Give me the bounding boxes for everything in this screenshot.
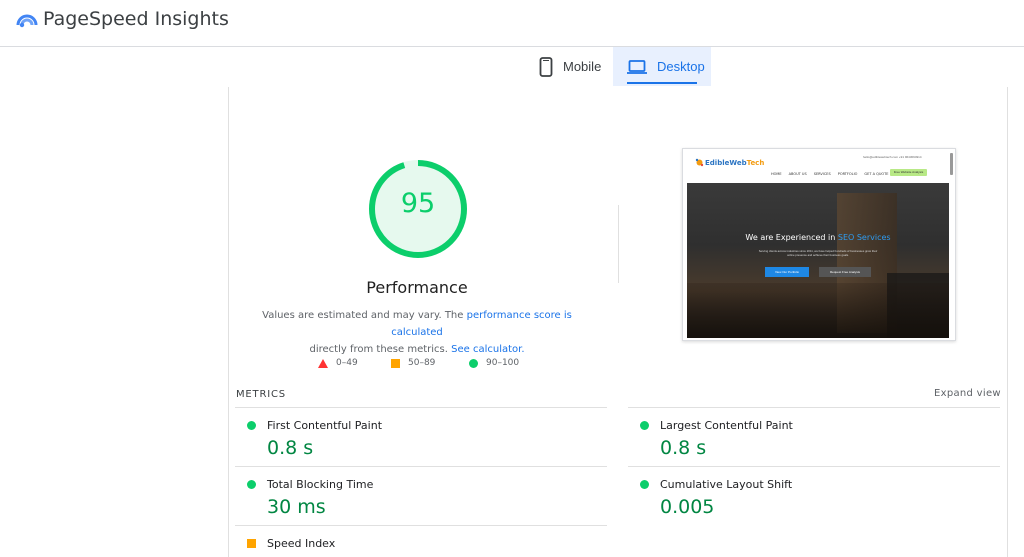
metric-name: First Contentful Paint (267, 419, 383, 432)
tab-mobile-label: Mobile (563, 59, 602, 74)
metrics-heading: METRICS (236, 389, 286, 400)
site-nav: HOME ABOUT US SERVICES PORTFOLIO GET A Q… (771, 172, 889, 176)
divider (618, 205, 619, 283)
metric-cumulative-layout-shift: Cumulative Layout Shift 0.005 (628, 466, 1000, 525)
phone-icon (539, 56, 553, 77)
site-logo-accent: Tech (746, 159, 765, 167)
app-title[interactable]: PageSpeed Insights (43, 8, 229, 30)
desc-text-1: Values are estimated and may vary. The (262, 310, 467, 321)
site-logo-icon (695, 158, 704, 167)
expand-view-toggle[interactable]: Expand view (934, 388, 1001, 399)
good-status-icon (640, 421, 649, 430)
legend-good: 90–100 (469, 356, 519, 370)
site-headline: We are Experienced in SEO Services (687, 233, 949, 242)
metric-value: 0.8 s (267, 437, 314, 459)
average-status-icon (247, 539, 256, 548)
site-nav-item: GET A QUOTE (864, 172, 889, 176)
site-logo-text: EdibleWebTech (705, 159, 764, 167)
metric-value: 30 ms (267, 496, 326, 518)
site-cta-button: Free Website Analysis (890, 169, 927, 176)
tab-mobile[interactable]: Mobile (527, 47, 613, 86)
good-status-icon (247, 480, 256, 489)
laptop-icon (627, 59, 647, 74)
site-secondary-button: Request Free Analysis (819, 267, 871, 277)
metric-name: Speed Index (267, 537, 336, 550)
metric-value: 0.8 s (660, 437, 707, 459)
metric-first-contentful-paint: First Contentful Paint 0.8 s (235, 407, 607, 466)
metric-name: Cumulative Layout Shift (660, 478, 793, 491)
legend-average: 50–89 (391, 356, 435, 370)
top-bar: PageSpeed Insights (0, 0, 1024, 47)
see-calculator-link[interactable]: See calculator. (451, 344, 524, 355)
page-screenshot[interactable]: EdibleWebTech hello@ediblewebtech.com +9… (682, 148, 956, 341)
site-nav-item: PORTFOLIO (837, 172, 858, 176)
site-primary-button: View Our Portfolio (765, 267, 809, 277)
site-logo-main: EdibleWeb (705, 159, 747, 167)
tab-desktop-label: Desktop (657, 59, 705, 74)
metric-name: Total Blocking Time (267, 478, 374, 491)
screenshot-header: EdibleWebTech hello@ediblewebtech.com +9… (683, 149, 955, 183)
site-hero: We are Experienced in SEO Services Servi… (687, 183, 949, 338)
site-nav-item: SERVICES (813, 172, 831, 176)
circle-icon (469, 358, 478, 368)
metric-speed-index: Speed Index (235, 525, 607, 557)
site-nav-item: ABOUT US (788, 172, 807, 176)
triangle-icon (318, 358, 328, 368)
performance-score: 95 (400, 188, 436, 219)
pagespeed-logo-icon[interactable] (16, 11, 38, 29)
legend-average-label: 50–89 (408, 358, 436, 368)
site-nav-item: HOME (771, 172, 782, 176)
performance-description: Values are estimated and may vary. The p… (249, 307, 585, 358)
legend-poor: 0–49 (318, 356, 358, 370)
good-status-icon (247, 421, 256, 430)
legend-good-label: 90–100 (486, 358, 520, 368)
square-icon (391, 358, 400, 368)
metric-name: Largest Contentful Paint (660, 419, 793, 432)
device-tabs: Mobile Desktop (0, 47, 1024, 87)
desc-text-2: directly from these metrics. (309, 344, 452, 355)
site-contact: hello@ediblewebtech.com +91 9643094914 (863, 155, 922, 159)
metric-value: 0.005 (660, 496, 715, 518)
metric-total-blocking-time: Total Blocking Time 30 ms (235, 466, 607, 525)
hero-floor (687, 283, 949, 338)
site-headline-prefix: We are Experienced in (745, 233, 838, 242)
performance-title: Performance (366, 278, 468, 297)
report-card: 95 Performance Values are estimated and … (228, 87, 1008, 557)
metric-largest-contentful-paint: Largest Contentful Paint 0.8 s (628, 407, 1000, 466)
site-headline-accent: SEO Services (837, 233, 891, 242)
screenshot-scrollbar (950, 153, 953, 175)
good-status-icon (640, 480, 649, 489)
tab-desktop[interactable]: Desktop (613, 47, 711, 86)
site-subtext: Serving clients across industries since … (758, 249, 878, 257)
legend-poor-label: 0–49 (336, 358, 358, 368)
